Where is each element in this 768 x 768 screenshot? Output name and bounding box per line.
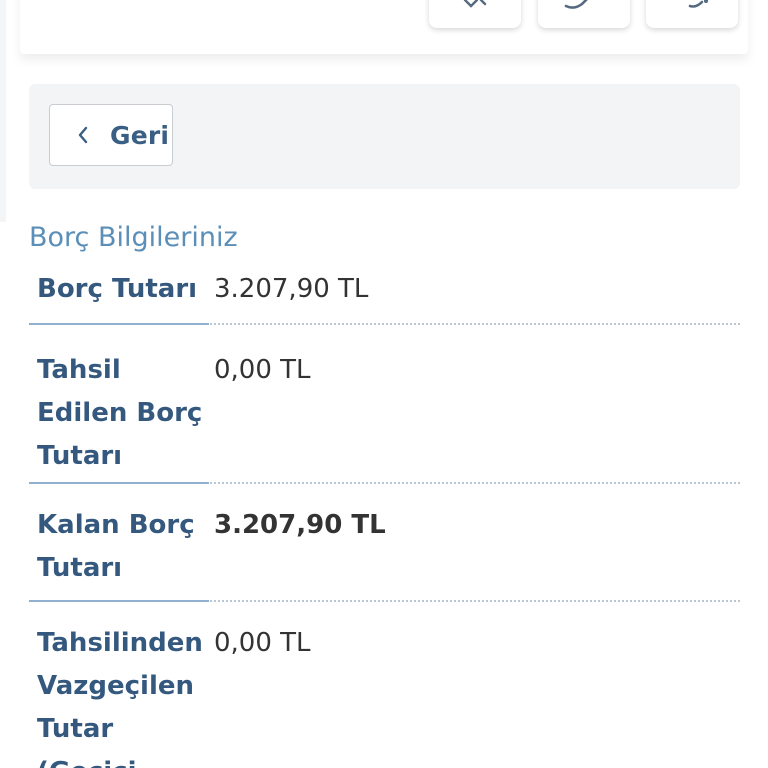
back-button[interactable]: Geri <box>49 104 173 166</box>
container-edge <box>0 0 6 222</box>
chevron-left-icon <box>78 126 88 144</box>
debt-row-label: Borç Tutarı <box>37 274 198 304</box>
debt-row-total: Borç Tutarı 3.207,90 TL <box>29 265 740 325</box>
header-action-star-button[interactable] <box>429 0 521 28</box>
debt-row-value: 3.207,90 TL <box>214 274 369 304</box>
debt-row-value: 0,00 TL <box>214 628 311 658</box>
page: Geri Borç Bilgileriniz Borç Tutarı 3.207… <box>0 0 768 768</box>
debt-row-waived: Tahsilinden Vazgeçilen Tutar (Gecici 0,0… <box>29 602 740 768</box>
settings-icon <box>688 0 708 8</box>
header-action-settings-button[interactable] <box>646 0 738 28</box>
back-panel: Geri <box>29 84 740 189</box>
debt-row-value: 0,00 TL <box>214 355 311 385</box>
star-icon <box>463 0 487 8</box>
section-title: Borç Bilgileriniz <box>29 222 238 253</box>
debt-row-collected: Tahsil Edilen Borç Tutarı 0,00 TL <box>29 325 740 484</box>
back-button-label: Geri <box>110 120 170 150</box>
debt-row-remaining: Kalan Borç Tutarı 3.207,90 TL <box>29 484 740 602</box>
debt-row-label: Tahsilinden Vazgeçilen Tutar (Gecici <box>37 628 203 768</box>
debt-row-value: 3.207,90 TL <box>214 510 386 540</box>
header-card <box>20 0 748 54</box>
debt-info-list: Borç Tutarı 3.207,90 TL Tahsil Edilen Bo… <box>29 265 740 768</box>
debt-row-label: Kalan Borç Tutarı <box>37 510 195 583</box>
debt-row-label: Tahsil Edilen Borç Tutarı <box>37 355 203 471</box>
chat-icon <box>564 0 588 9</box>
header-action-chat-button[interactable] <box>538 0 630 28</box>
